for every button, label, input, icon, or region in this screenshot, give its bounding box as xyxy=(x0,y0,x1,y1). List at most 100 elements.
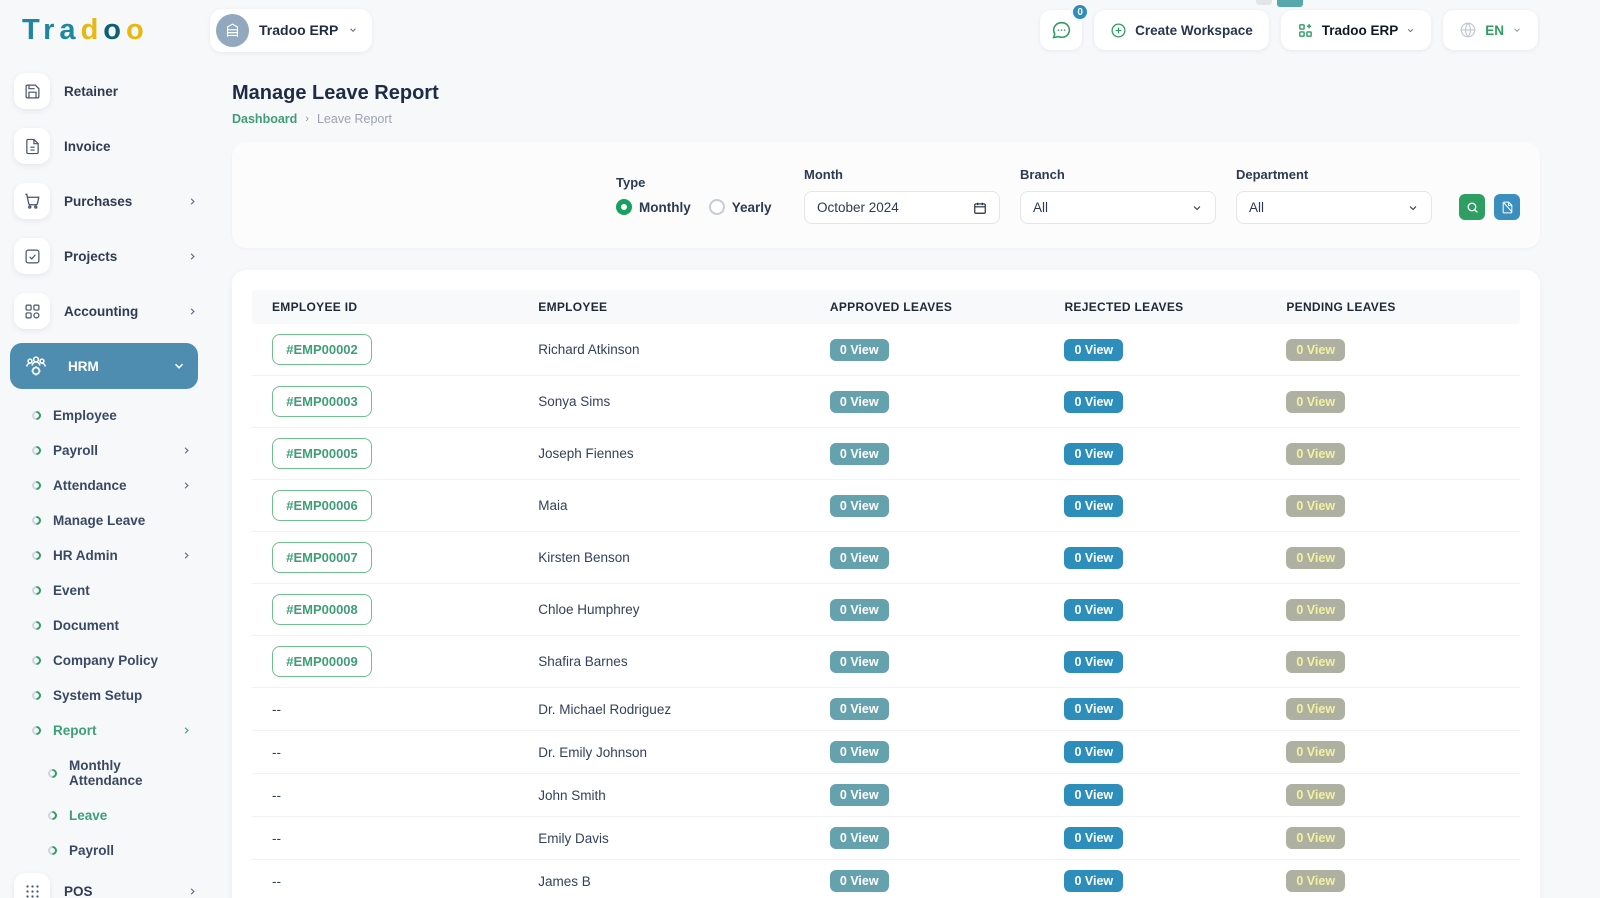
pending-view-button[interactable]: 0 View xyxy=(1286,443,1345,465)
search-button[interactable] xyxy=(1459,194,1485,220)
approved-view-button[interactable]: 0 View xyxy=(830,339,889,361)
pending-view-button[interactable]: 0 View xyxy=(1286,741,1345,763)
sidebar-item-label: System Setup xyxy=(53,688,142,703)
rejected-view-button[interactable]: 0 View xyxy=(1064,827,1123,849)
rejected-view-button[interactable]: 0 View xyxy=(1064,698,1123,720)
pending-view-button[interactable]: 0 View xyxy=(1286,784,1345,806)
employee-id-badge[interactable]: #EMP00005 xyxy=(272,438,372,469)
pending-leaves-cell: 0 View xyxy=(1266,433,1520,475)
sidebar-item-event[interactable]: Event xyxy=(0,573,210,608)
employee-id-badge[interactable]: #EMP00002 xyxy=(272,334,372,365)
sidebar-item-invoice[interactable]: Invoice xyxy=(0,123,210,169)
approved-view-button[interactable]: 0 View xyxy=(830,443,889,465)
language-selector[interactable]: EN xyxy=(1443,10,1538,50)
sidebar-item-system-setup[interactable]: System Setup xyxy=(0,678,210,713)
approved-view-button[interactable]: 0 View xyxy=(830,599,889,621)
rejected-view-button[interactable]: 0 View xyxy=(1064,547,1123,569)
rejected-leaves-cell: 0 View xyxy=(1044,817,1266,859)
rejected-view-button[interactable]: 0 View xyxy=(1064,741,1123,763)
radio-yearly[interactable]: Yearly xyxy=(709,199,772,215)
rejected-view-button[interactable]: 0 View xyxy=(1064,784,1123,806)
pending-leaves-cell: 0 View xyxy=(1266,589,1520,631)
current-workspace-button[interactable]: Tradoo ERP xyxy=(1281,10,1432,50)
sidebar-item-monthly-attendance[interactable]: Monthly Attendance xyxy=(0,748,210,798)
sidebar-item-hr-admin[interactable]: HR Admin xyxy=(0,538,210,573)
rejected-view-button[interactable]: 0 View xyxy=(1064,391,1123,413)
breadcrumb-dashboard-link[interactable]: Dashboard xyxy=(232,112,297,126)
sidebar-item-attendance[interactable]: Attendance xyxy=(0,468,210,503)
approved-view-button[interactable]: 0 View xyxy=(830,495,889,517)
approved-view-button[interactable]: 0 View xyxy=(830,741,889,763)
pending-view-button[interactable]: 0 View xyxy=(1286,827,1345,849)
pending-view-button[interactable]: 0 View xyxy=(1286,698,1345,720)
header-actions: 0 Create Workspace Tradoo ERP EN xyxy=(1040,10,1600,50)
radio-yearly-circle[interactable] xyxy=(709,199,725,215)
sidebar-item-payroll[interactable]: Payroll xyxy=(0,433,210,468)
clear-filter-button[interactable] xyxy=(1494,194,1520,220)
chevron-down-icon xyxy=(1407,202,1419,214)
sidebar-item-purchases[interactable]: Purchases xyxy=(0,178,210,224)
sidebar-item-pos[interactable]: POS xyxy=(0,868,210,898)
pending-view-button[interactable]: 0 View xyxy=(1286,495,1345,517)
logo-letter: T xyxy=(22,14,43,46)
rejected-view-button[interactable]: 0 View xyxy=(1064,599,1123,621)
employee-id-badge[interactable]: #EMP00009 xyxy=(272,646,372,677)
employee-id-badge[interactable]: #EMP00007 xyxy=(272,542,372,573)
table-row: #EMP00007Kirsten Benson0 View0 View0 Vie… xyxy=(252,532,1520,584)
sidebar-item-leave[interactable]: Leave xyxy=(0,798,210,833)
department-select[interactable]: All xyxy=(1236,191,1432,224)
rejected-view-button[interactable]: 0 View xyxy=(1064,339,1123,361)
sidebar-item-accounting[interactable]: Accounting xyxy=(0,288,210,334)
sidebar-item-payroll[interactable]: Payroll xyxy=(0,833,210,868)
employee-id-badge[interactable]: #EMP00006 xyxy=(272,490,372,521)
approved-view-button[interactable]: 0 View xyxy=(830,870,889,892)
rejected-view-button[interactable]: 0 View xyxy=(1064,870,1123,892)
logo-letter: d xyxy=(81,14,104,46)
month-input[interactable]: October 2024 xyxy=(804,191,1000,224)
pending-view-button[interactable]: 0 View xyxy=(1286,339,1345,361)
radio-monthly[interactable]: Monthly xyxy=(616,199,691,215)
approved-view-button[interactable]: 0 View xyxy=(830,698,889,720)
employee-id-badge[interactable]: #EMP00008 xyxy=(272,594,372,625)
sidebar-item-manage-leave[interactable]: Manage Leave xyxy=(0,503,210,538)
workspace-selector[interactable]: Tradoo ERP xyxy=(210,9,372,52)
workspace-avatar xyxy=(216,14,249,47)
pending-view-button[interactable]: 0 View xyxy=(1286,599,1345,621)
approved-view-button[interactable]: 0 View xyxy=(830,827,889,849)
sidebar-item-employee[interactable]: Employee xyxy=(0,398,210,433)
employee-name: Maia xyxy=(518,488,810,523)
sidebar-item-document[interactable]: Document xyxy=(0,608,210,643)
approved-view-button[interactable]: 0 View xyxy=(830,391,889,413)
workspace-selector-label: Tradoo ERP xyxy=(259,22,338,38)
approved-leaves-cell: 0 View xyxy=(810,860,1045,898)
building-icon xyxy=(224,22,241,39)
sidebar-item-company-policy[interactable]: Company Policy xyxy=(0,643,210,678)
sidebar-item-retainer[interactable]: Retainer xyxy=(0,68,210,114)
sidebar-item-label: Document xyxy=(53,618,119,633)
chevron-right-icon xyxy=(187,306,198,317)
employee-id-badge[interactable]: #EMP00003 xyxy=(272,386,372,417)
sidebar-item-projects[interactable]: Projects xyxy=(0,233,210,279)
brand-logo[interactable]: Tradoo xyxy=(0,14,210,47)
rejected-view-button[interactable]: 0 View xyxy=(1064,443,1123,465)
pending-view-button[interactable]: 0 View xyxy=(1286,547,1345,569)
messages-button[interactable]: 0 xyxy=(1040,10,1082,50)
sidebar-item-hrm[interactable]: HRM xyxy=(10,343,198,389)
rejected-view-button[interactable]: 0 View xyxy=(1064,495,1123,517)
approved-view-button[interactable]: 0 View xyxy=(830,651,889,673)
create-workspace-button[interactable]: Create Workspace xyxy=(1094,10,1269,50)
sidebar-item-label: Employee xyxy=(53,408,117,423)
pending-view-button[interactable]: 0 View xyxy=(1286,391,1345,413)
approved-leaves-cell: 0 View xyxy=(810,774,1045,816)
branch-select[interactable]: All xyxy=(1020,191,1216,224)
approved-view-button[interactable]: 0 View xyxy=(830,784,889,806)
pending-view-button[interactable]: 0 View xyxy=(1286,870,1345,892)
pending-view-button[interactable]: 0 View xyxy=(1286,651,1345,673)
rejected-view-button[interactable]: 0 View xyxy=(1064,651,1123,673)
radio-monthly-circle[interactable] xyxy=(616,199,632,215)
approved-view-button[interactable]: 0 View xyxy=(830,547,889,569)
rejected-leaves-cell: 0 View xyxy=(1044,688,1266,730)
sidebar-item-report[interactable]: Report xyxy=(0,713,210,748)
apps-icon xyxy=(14,873,50,898)
rejected-leaves-cell: 0 View xyxy=(1044,860,1266,898)
